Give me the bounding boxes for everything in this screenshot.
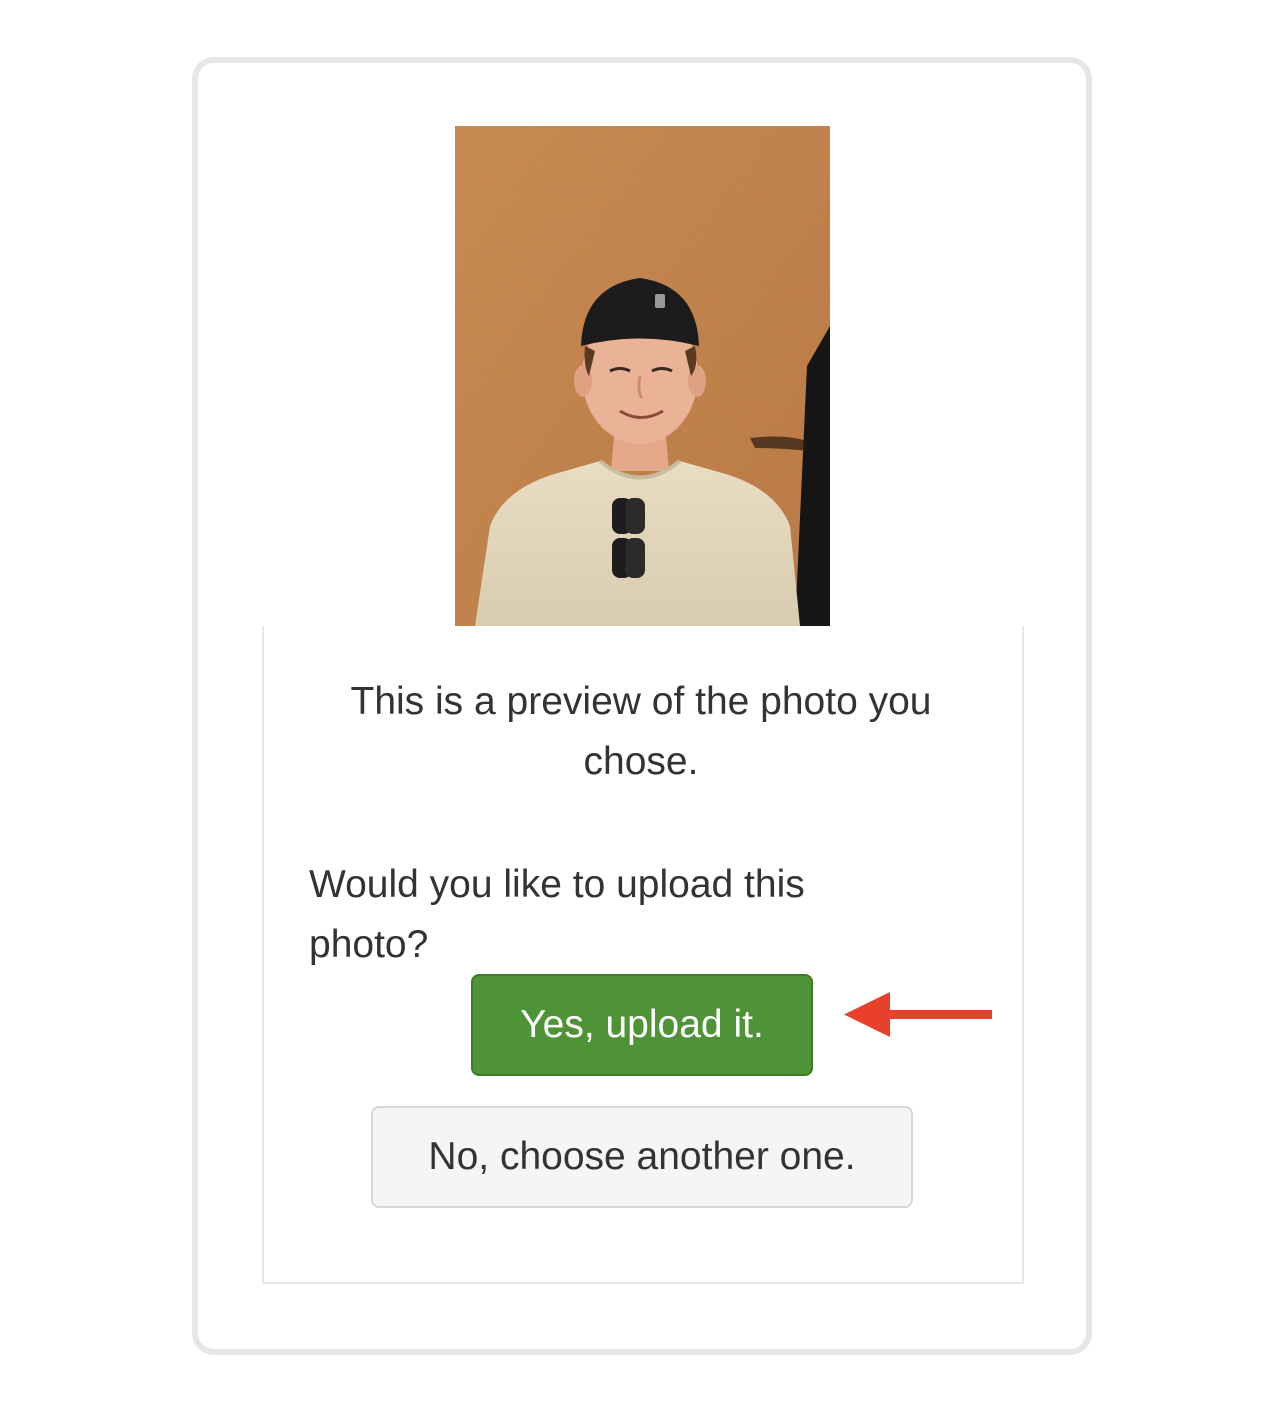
choose-another-button[interactable]: No, choose another one.	[371, 1106, 913, 1208]
preview-caption: This is a preview of the photo you chose…	[350, 680, 932, 783]
arrow-left-icon	[842, 990, 994, 1040]
upload-confirm-button[interactable]: Yes, upload it.	[471, 974, 813, 1076]
photo-preview-image	[455, 126, 830, 626]
upload-question: Would you like to upload this photo?	[309, 863, 805, 966]
